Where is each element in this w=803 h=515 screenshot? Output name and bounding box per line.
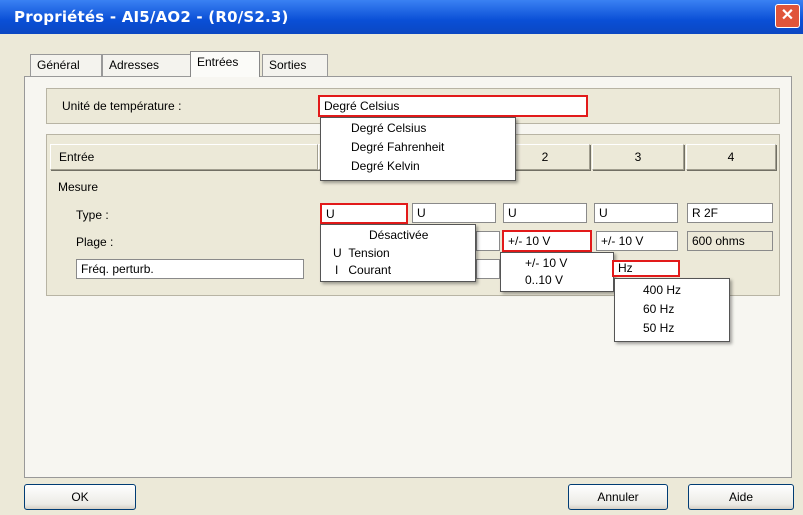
tab-general[interactable]: Général — [30, 54, 102, 76]
freq-option-50[interactable]: 50 Hz — [643, 321, 674, 335]
option-label: Courant — [348, 263, 392, 277]
type-select-3[interactable]: U — [503, 203, 587, 223]
plage-value-4: 600 ohms — [687, 231, 773, 251]
freq-option-60[interactable]: 60 Hz — [643, 302, 674, 316]
temperature-label: Unité de température : — [62, 99, 182, 113]
freq-perturb-label: Fréq. perturb. — [76, 259, 304, 279]
option-label: Tension — [348, 246, 390, 260]
type-option-courant[interactable]: I Courant — [335, 263, 391, 277]
cancel-button[interactable]: Annuler — [568, 484, 668, 510]
mesure-label: Mesure — [58, 180, 99, 194]
freq-select[interactable]: Hz — [612, 260, 680, 277]
temperature-option-fahrenheit[interactable]: Degré Fahrenheit — [351, 140, 444, 154]
plage-option-pm10[interactable]: +/- 10 V — [525, 256, 567, 270]
type-option-tension[interactable]: U Tension — [333, 246, 390, 260]
tab-adresses[interactable]: Adresses — [102, 54, 192, 76]
tab-label: Entrées — [197, 55, 239, 69]
type-select-5[interactable]: R 2F — [687, 203, 773, 223]
temperature-option-kelvin[interactable]: Degré Kelvin — [351, 159, 420, 173]
column-header-3: 3 — [592, 144, 684, 170]
plage-select-2-edge[interactable] — [476, 231, 500, 251]
temperature-option-celsius[interactable]: Degré Celsius — [351, 121, 426, 135]
option-code: U — [333, 246, 342, 260]
temperature-select[interactable]: Degré Celsius — [318, 95, 588, 117]
tab-label: Général — [37, 58, 80, 72]
type-select-4[interactable]: U — [594, 203, 678, 223]
column-header-4: 4 — [686, 144, 776, 170]
freq-option-400[interactable]: 400 Hz — [643, 283, 681, 297]
tab-entrees[interactable]: Entrées — [190, 51, 260, 77]
title-bar: Propriétés - AI5/AO2 - (R0/S2.3) ✕ — [0, 0, 803, 34]
close-button[interactable]: ✕ — [775, 4, 800, 28]
freq-dropdown-list: 400 Hz 60 Hz 50 Hz — [614, 278, 730, 342]
tab-label: Sorties — [269, 58, 307, 72]
plage-dropdown-list: +/- 10 V 0..10 V — [500, 252, 614, 292]
plage-select-3[interactable]: +/- 10 V — [596, 231, 678, 251]
window-title: Propriétés - AI5/AO2 - (R0/S2.3) — [14, 8, 289, 26]
plage-select-2[interactable]: +/- 10 V — [502, 230, 592, 252]
type-dropdown-list: Désactivée U Tension I Courant — [320, 224, 476, 282]
column-header-entree: Entrée — [50, 144, 318, 170]
type-select-1[interactable]: U — [320, 203, 408, 224]
tab-sorties[interactable]: Sorties — [262, 54, 328, 76]
tab-label: Adresses — [109, 58, 160, 72]
option-label: Désactivée — [369, 228, 429, 242]
option-code: I — [335, 263, 339, 277]
freq-select-2-edge[interactable] — [476, 259, 500, 279]
temperature-dropdown-list: Degré Celsius Degré Fahrenheit Degré Kel… — [320, 117, 516, 181]
help-button[interactable]: Aide — [688, 484, 794, 510]
close-icon: ✕ — [780, 7, 795, 24]
ok-button[interactable]: OK — [24, 484, 136, 510]
type-option-desactivee[interactable]: Désactivée — [369, 228, 428, 242]
type-label: Type : — [76, 208, 109, 222]
plage-option-0-10[interactable]: 0..10 V — [525, 273, 563, 287]
plage-label: Plage : — [76, 235, 114, 249]
type-select-2[interactable]: U — [412, 203, 496, 223]
